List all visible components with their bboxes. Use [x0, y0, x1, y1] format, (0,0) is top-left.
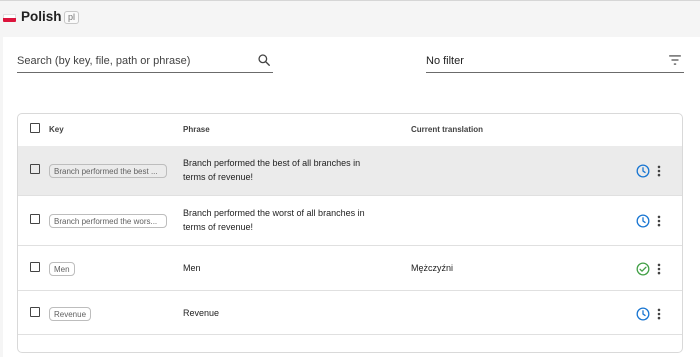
- row-checkbox[interactable]: [30, 307, 40, 317]
- poland-flag-icon: [3, 14, 16, 22]
- table-header: Key Phrase Current translation: [18, 114, 682, 147]
- search-icon[interactable]: [257, 53, 271, 67]
- translation-text[interactable]: Mężczyźni: [411, 263, 453, 273]
- key-chip[interactable]: Branch performed the best ...: [49, 164, 167, 178]
- more-vert-icon[interactable]: [654, 164, 664, 178]
- language-code-badge: pl: [64, 11, 80, 24]
- key-chip[interactable]: Men: [49, 262, 75, 276]
- top-divider: [0, 0, 700, 1]
- more-vert-icon[interactable]: [654, 307, 664, 321]
- table-row[interactable]: Revenue Revenue: [18, 291, 682, 335]
- filter-value: No filter: [426, 55, 464, 67]
- filter-icon[interactable]: [668, 54, 682, 66]
- translations-table: Key Phrase Current translation Branch pe…: [17, 113, 683, 353]
- column-header-key: Key: [49, 125, 64, 134]
- table-row[interactable]: Men Men Mężczyźni: [18, 246, 682, 291]
- more-vert-icon[interactable]: [654, 262, 664, 276]
- more-vert-icon[interactable]: [654, 214, 664, 228]
- phrase-text: Branch performed the best of all branche…: [183, 158, 361, 182]
- search-input[interactable]: Search (by key, file, path or phrase): [17, 50, 273, 73]
- row-checkbox[interactable]: [30, 214, 40, 224]
- filter-select[interactable]: No filter: [426, 50, 684, 73]
- table-row[interactable]: Branch performed the best ... Branch per…: [18, 146, 682, 196]
- phrase-text: Men: [183, 263, 201, 273]
- key-chip[interactable]: Branch performed the wors...: [49, 214, 167, 228]
- phrase-text: Revenue: [183, 308, 220, 318]
- table-row[interactable]: Branch performed the wors... Branch perf…: [18, 196, 682, 246]
- phrase-text: Branch performed the worst of all branch…: [183, 208, 365, 232]
- column-header-translation: Current translation: [411, 125, 484, 134]
- row-checkbox[interactable]: [30, 164, 40, 174]
- language-title: Polish: [21, 9, 62, 24]
- clock-icon[interactable]: [636, 307, 650, 321]
- clock-icon[interactable]: [636, 164, 650, 178]
- key-chip[interactable]: Revenue: [49, 307, 92, 321]
- clock-icon[interactable]: [636, 214, 650, 228]
- row-checkbox[interactable]: [30, 262, 40, 272]
- check-circle-icon[interactable]: [636, 262, 650, 276]
- select-all-checkbox[interactable]: [30, 123, 40, 133]
- search-placeholder: Search (by key, file, path or phrase): [17, 55, 191, 67]
- column-header-phrase: Phrase: [183, 125, 210, 134]
